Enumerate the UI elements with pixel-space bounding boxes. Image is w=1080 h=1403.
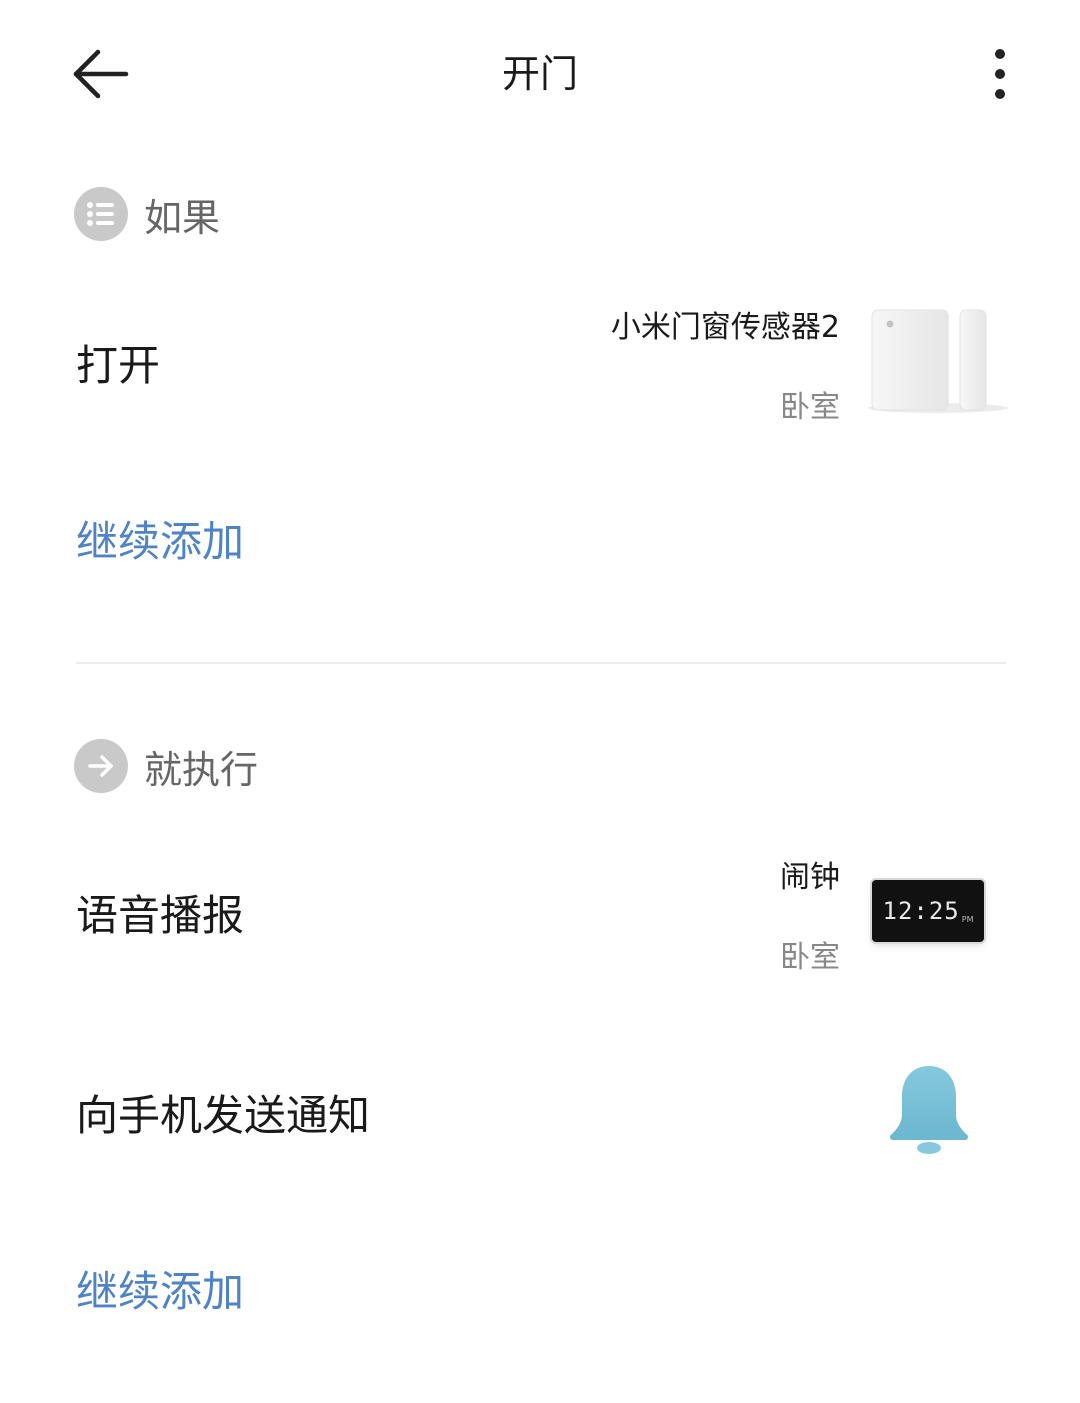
if-section-label: 如果 xyxy=(144,195,221,240)
if-section-header: 如果 xyxy=(74,186,220,242)
condition-label: 打开 xyxy=(76,341,161,390)
action-label: 语音播报 xyxy=(76,891,245,940)
device-name: 小米门窗传感器2 xyxy=(610,310,840,345)
app-header: 开门 xyxy=(0,0,1080,150)
device-room: 卧室 xyxy=(780,940,840,975)
arrow-right-icon xyxy=(74,739,128,793)
alarm-clock-icon: 12:25 PM xyxy=(872,880,984,942)
add-action-link[interactable]: 继续添加 xyxy=(76,1258,244,1319)
more-button[interactable] xyxy=(976,44,1024,104)
then-section-label: 就执行 xyxy=(144,747,259,792)
action-row-notify[interactable]: 向手机发送通知 xyxy=(0,1040,1080,1180)
door-window-sensor-icon xyxy=(868,309,1008,413)
more-vertical-icon xyxy=(995,49,1005,99)
device-room: 卧室 xyxy=(780,390,840,425)
page-title: 开门 xyxy=(501,52,578,96)
clock-display: 12:25 xyxy=(882,897,960,925)
add-condition-link[interactable]: 继续添加 xyxy=(76,508,244,569)
clock-suffix: PM xyxy=(961,915,974,924)
section-divider xyxy=(76,662,1006,664)
bell-icon xyxy=(890,1066,968,1154)
then-section-header: 就执行 xyxy=(74,738,258,794)
device-name: 闹钟 xyxy=(780,860,840,895)
action-label: 向手机发送通知 xyxy=(76,1091,371,1140)
condition-row[interactable]: 打开 小米门窗传感器2 卧室 xyxy=(0,290,1080,430)
list-icon xyxy=(74,187,128,241)
